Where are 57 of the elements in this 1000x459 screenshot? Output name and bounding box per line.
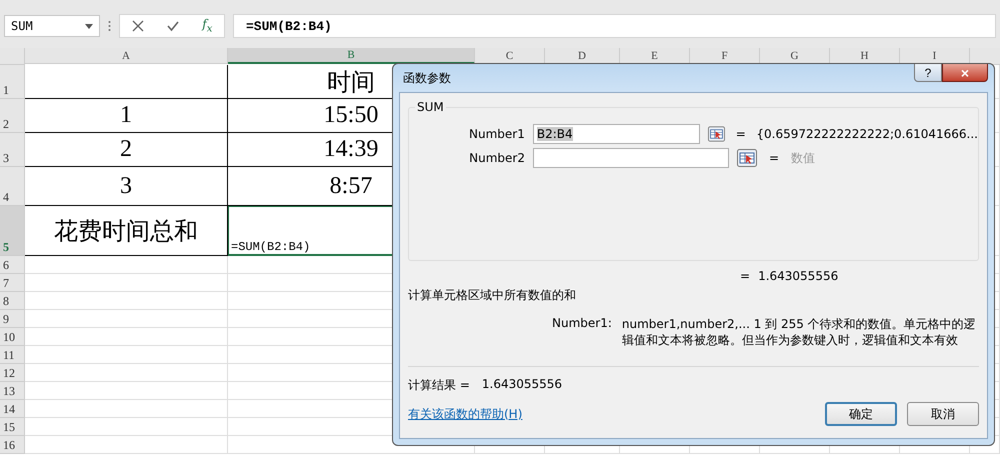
row-header[interactable]: 2	[0, 99, 25, 133]
row-header[interactable]: 9	[0, 310, 25, 328]
argument-name: Number1:	[552, 316, 612, 332]
argument-description: number1,number2,... 1 到 255 个待求和的数值。单元格中的逻辑值和文本将被忽略。但当作为参数键入时，逻辑值和文本有效	[622, 316, 977, 348]
more-icon	[108, 20, 111, 32]
calculation-result: 1.643055556	[482, 377, 562, 393]
row-header[interactable]: 11	[0, 346, 25, 364]
check-icon[interactable]	[166, 20, 179, 32]
calculation-result-label: 计算结果 =	[408, 377, 470, 394]
row-header[interactable]: 1	[0, 65, 25, 99]
row-header[interactable]: 14	[0, 400, 25, 418]
equals-sign: =	[768, 151, 780, 165]
formula-result: 1.643055556	[758, 269, 838, 283]
table-cell: 2	[25, 133, 228, 167]
range-select-icon[interactable]	[737, 149, 757, 167]
column-header[interactable]: B	[228, 48, 475, 64]
dialog-button[interactable]: 取消	[907, 402, 979, 426]
dialog-button[interactable]: 确定	[825, 402, 897, 426]
table-cell: 1	[25, 99, 228, 133]
row-header[interactable]: 16	[0, 436, 25, 454]
row-header[interactable]: 15	[0, 418, 25, 436]
column-header[interactable]: A	[25, 48, 228, 64]
column-header[interactable]: E	[620, 48, 690, 64]
column-header[interactable]: G	[760, 48, 830, 64]
close-icon[interactable]	[132, 20, 144, 32]
range-select-icon[interactable]	[708, 125, 726, 143]
dialog-title: 函数参数	[403, 70, 451, 86]
help-link[interactable]: 有关该函数的帮助(H)	[408, 406, 522, 422]
column-header[interactable]: H	[830, 48, 900, 64]
column-header[interactable]: D	[545, 48, 620, 64]
row-header[interactable]: 12	[0, 364, 25, 382]
caret-icon	[85, 24, 93, 28]
row-header[interactable]: 7	[0, 274, 25, 292]
group-title: SUM	[415, 100, 446, 114]
insert-function-button[interactable]: f$_{x}$	[202, 17, 212, 35]
table-cell: 花费时间总和	[25, 206, 228, 256]
row-header[interactable]: 8	[0, 292, 25, 310]
equals-sign: =	[740, 269, 750, 283]
row-header[interactable]: 10	[0, 328, 25, 346]
argument-field[interactable]	[533, 148, 729, 168]
column-header[interactable]: F	[690, 48, 760, 64]
name-box[interactable]: SUM	[4, 15, 100, 37]
row-header[interactable]: 5	[0, 206, 25, 256]
function-description: 计算单元格区域中所有数值的和	[408, 287, 577, 304]
column-header[interactable]: I	[900, 48, 970, 64]
row-header[interactable]: 4	[0, 167, 25, 206]
row-header[interactable]: 6	[0, 256, 25, 274]
column-header[interactable]: C	[475, 48, 545, 64]
row-header[interactable]: 13	[0, 382, 25, 400]
help-button[interactable]: ?	[914, 64, 942, 82]
row-header[interactable]: 3	[0, 133, 25, 167]
formula-field[interactable]: =SUM(B2:B4)	[233, 14, 996, 38]
equals-sign: =	[734, 127, 747, 141]
argument-result: {0.659722222222222;0.61041666...	[756, 127, 978, 141]
argument-result: 数值	[791, 150, 815, 166]
table-cell: 3	[25, 167, 228, 206]
argument-field[interactable]: B2:B4	[532, 124, 700, 144]
